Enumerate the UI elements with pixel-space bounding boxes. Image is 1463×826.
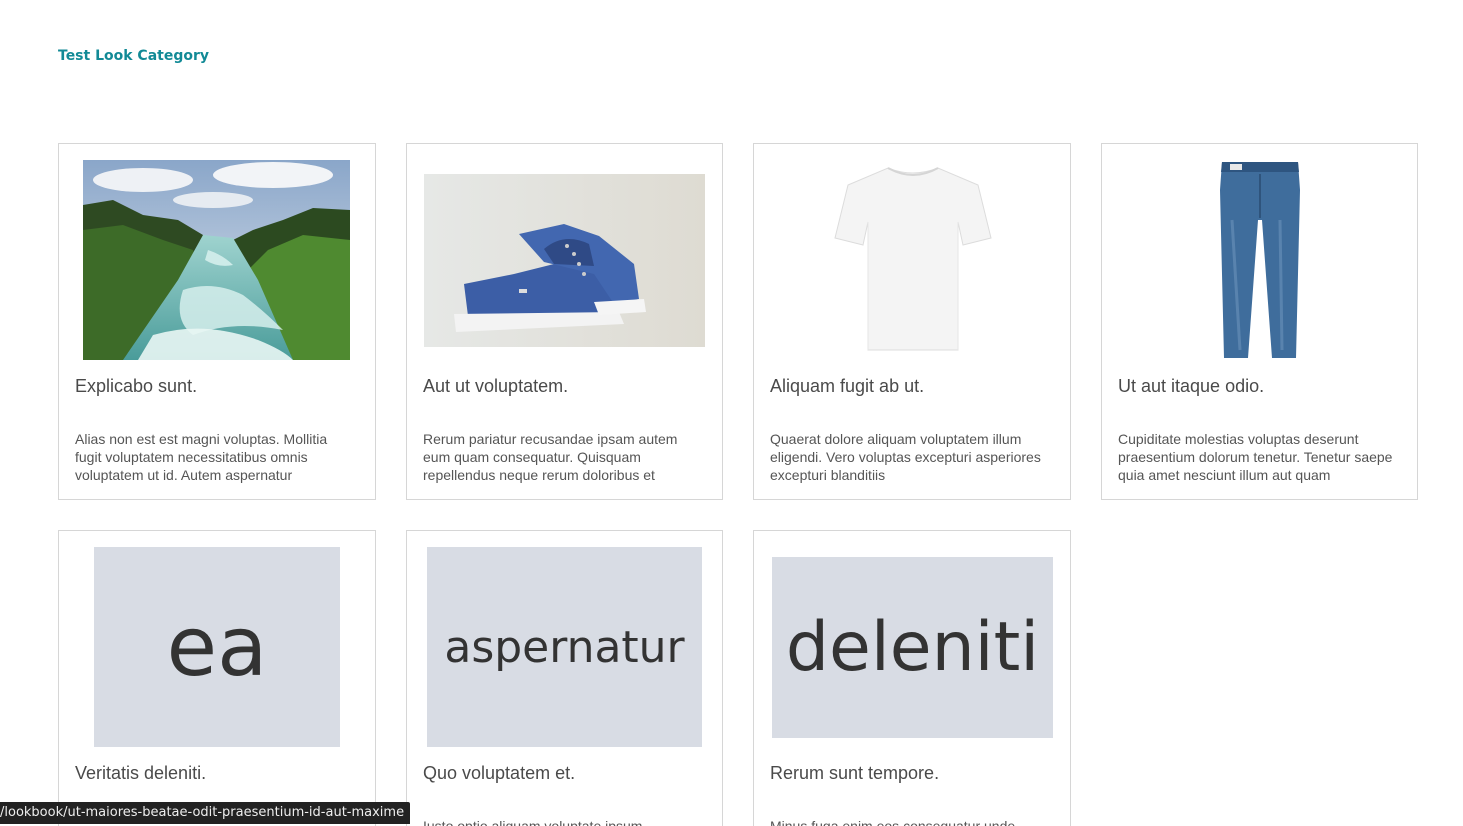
card-title: Explicabo sunt. [75, 376, 198, 396]
look-card[interactable]: Ut aut itaque odio. Cupiditate molestias… [1101, 143, 1418, 500]
card-description: Cupiditate molestias voluptas deserunt p… [1118, 431, 1393, 483]
card-description: Alias non est est magni voluptas. Mollit… [75, 431, 328, 483]
card-title: Rerum sunt tempore. [770, 763, 940, 783]
look-card[interactable]: Explicabo sunt. Alias non est est magni … [58, 143, 376, 500]
look-card[interactable]: ea Veritatis deleniti. [58, 530, 376, 826]
look-card[interactable]: aspernatur Quo voluptatem et. Iusto opti… [406, 530, 723, 826]
card-description: Iusto optio aliquam voluptate ipsum [423, 818, 643, 826]
card-title: Ut aut itaque odio. [1118, 376, 1265, 396]
placeholder-text: ea [166, 599, 268, 695]
card-title: Quo voluptatem et. [423, 763, 576, 783]
link-status-bar: /lookbook/ut-maiores-beatae-odit-praesen… [0, 802, 411, 824]
placeholder-text: aspernatur [444, 621, 685, 673]
card-description: Quaerat dolore aliquam voluptatem illum … [770, 431, 1041, 483]
card-description: Rerum pariatur recusandae ipsam autem eu… [423, 431, 678, 483]
card-image-placeholder: ea [94, 547, 340, 747]
card-image-river [83, 160, 350, 360]
placeholder-text: deleniti [785, 608, 1040, 687]
card-image-placeholder: aspernatur [427, 547, 702, 747]
card-image-tshirt [813, 160, 1013, 360]
page: Test Look Category Explicabo sunt. Alias… [0, 0, 1463, 826]
category-title-link[interactable]: Test Look Category [58, 48, 209, 64]
card-image-sneakers [424, 174, 705, 347]
look-card[interactable]: Aut ut voluptatem. Rerum pariatur recusa… [406, 143, 723, 500]
look-card[interactable]: Aliquam fugit ab ut. Quaerat dolore aliq… [753, 143, 1071, 500]
card-image-placeholder: deleniti [772, 557, 1053, 738]
card-title: Veritatis deleniti. [75, 763, 207, 783]
card-title: Aliquam fugit ab ut. [770, 376, 925, 396]
look-card[interactable]: deleniti Rerum sunt tempore. Minus fuga … [753, 530, 1071, 826]
card-description: Minus fuga enim eos consequatur unde [770, 818, 1016, 826]
card-title: Aut ut voluptatem. [423, 376, 569, 396]
card-image-jeans [1210, 160, 1310, 360]
